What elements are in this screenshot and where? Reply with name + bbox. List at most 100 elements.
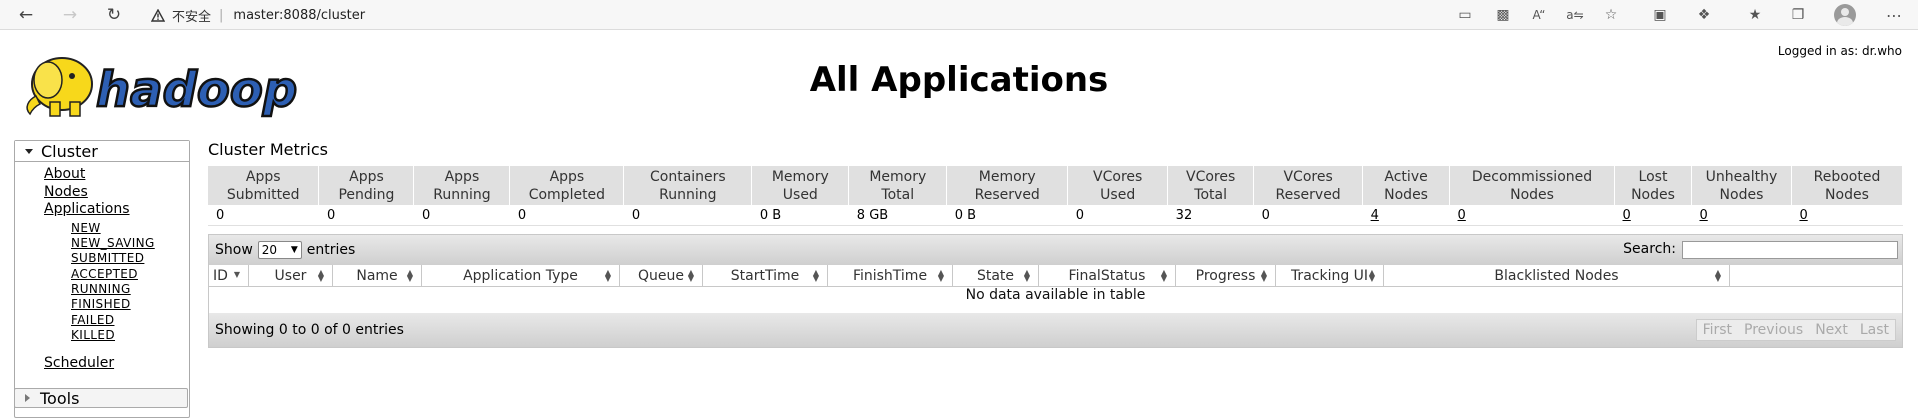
sort-both-icon: ▲ ▼ xyxy=(812,268,819,283)
metrics-header-cell: VCores Reserved xyxy=(1253,166,1364,205)
metrics-value-link[interactable]: 0 xyxy=(1623,208,1631,223)
forward-icon[interactable]: → xyxy=(58,3,82,27)
metrics-value-cell: 0 xyxy=(1691,205,1792,226)
column-header[interactable]: ID ▼ xyxy=(209,265,249,286)
metrics-value-link[interactable]: 0 xyxy=(1458,208,1466,223)
sidebar-item-state-finished[interactable]: FINISHED xyxy=(71,297,131,311)
metrics-header-line: Containers xyxy=(649,168,726,185)
metrics-header-cell: Apps Pending xyxy=(318,166,415,205)
profile-avatar-icon[interactable] xyxy=(1834,4,1856,26)
metrics-header-line: VCores xyxy=(1186,168,1236,185)
sidebar-item-state-submitted[interactable]: SUBMITTED xyxy=(71,251,144,265)
metrics-value-link[interactable]: 0 xyxy=(1799,208,1807,223)
metrics-header-cell: Active Nodes xyxy=(1362,166,1451,205)
metrics-header-line: Apps xyxy=(245,168,281,185)
metrics-header-line: Running xyxy=(433,186,491,203)
pager-next-button[interactable]: Next xyxy=(1809,320,1854,340)
sidebar-cluster-header[interactable]: Cluster xyxy=(15,141,189,162)
pager-last-button[interactable]: Last xyxy=(1854,320,1895,340)
collections-icon[interactable]: ❐ xyxy=(1788,5,1808,25)
more-options-icon[interactable]: ⋯ xyxy=(1884,5,1904,25)
column-header-label: Name xyxy=(356,267,398,284)
back-icon[interactable]: ← xyxy=(14,3,38,27)
column-header[interactable]: FinalStatus ▲ ▼ xyxy=(1039,265,1176,286)
table-footer: Showing 0 to 0 of 0 entries First Previo… xyxy=(209,313,1902,347)
metrics-value-cell: 0 xyxy=(318,205,414,226)
sidebar-item-about[interactable]: About xyxy=(44,166,85,182)
metrics-header-cell: Lost Nodes xyxy=(1614,166,1692,205)
url-text[interactable]: master:8088/cluster xyxy=(233,8,365,23)
metrics-header-line: Total xyxy=(1194,186,1227,203)
refresh-icon[interactable]: ↻ xyxy=(102,3,126,27)
column-header-label: User xyxy=(274,267,307,284)
metrics-header-line: Submitted xyxy=(226,186,300,203)
sidebar-item-applications[interactable]: Applications xyxy=(44,201,130,217)
metrics-header-cell: Memory Reserved xyxy=(946,166,1069,205)
qr-code-icon[interactable]: ▩ xyxy=(1493,5,1513,25)
metrics-value-link[interactable]: 4 xyxy=(1371,208,1379,223)
metrics-value-cell: 0 xyxy=(509,205,624,226)
metrics-header-line: VCores xyxy=(1093,168,1143,185)
metrics-header-cell: Apps Submitted xyxy=(208,166,320,205)
metrics-header-cell: Memory Total xyxy=(848,166,948,205)
column-header[interactable]: User ▲ ▼ xyxy=(249,265,333,286)
metrics-value: 0 B xyxy=(759,207,782,223)
column-header[interactable]: StartTime ▲ ▼ xyxy=(703,265,828,286)
column-header[interactable]: Progress ▲ ▼ xyxy=(1176,265,1276,286)
pager-previous-button[interactable]: Previous xyxy=(1738,320,1809,340)
sidebar-item-state-new-saving[interactable]: NEW_SAVING xyxy=(71,236,155,250)
sort-both-icon: ▲ ▼ xyxy=(1160,268,1167,283)
column-header[interactable]: State ▲ ▼ xyxy=(953,265,1039,286)
sort-both-icon: ▲ ▼ xyxy=(1023,268,1030,283)
sidebar-item-scheduler[interactable]: Scheduler xyxy=(44,355,114,371)
column-header[interactable]: Queue ▲ ▼ xyxy=(620,265,703,286)
column-header[interactable]: Application Type ▲ ▼ xyxy=(422,265,620,286)
page-size-select[interactable]: 20 ▼ xyxy=(257,241,302,259)
empty-table-message: No data available in table xyxy=(965,287,1146,303)
column-header-label: Progress xyxy=(1195,267,1256,284)
translate-icon[interactable]: a⇋ xyxy=(1565,5,1585,25)
sidebar-item-nodes[interactable]: Nodes xyxy=(44,184,88,200)
metrics-header-cell: Rebooted Nodes xyxy=(1791,166,1904,205)
sidebar-item-state-accepted[interactable]: ACCEPTED xyxy=(71,267,138,281)
search-input[interactable] xyxy=(1682,241,1898,259)
sidebar-item-state-failed[interactable]: FAILED xyxy=(71,313,114,327)
column-header[interactable]: FinishTime ▲ ▼ xyxy=(828,265,953,286)
metrics-value-cell: 0 xyxy=(1791,205,1903,226)
metrics-header-line: Apps xyxy=(549,168,585,185)
metrics-header-line: Nodes xyxy=(1384,186,1428,203)
metrics-header-cell: Decommissioned Nodes xyxy=(1449,166,1615,205)
page-title: All Applications xyxy=(809,60,1109,100)
metrics-header-line: Used xyxy=(1100,186,1136,203)
sidebar-item-state-running[interactable]: RUNNING xyxy=(71,282,131,296)
sort-both-icon: ▲ ▼ xyxy=(687,268,694,283)
column-header[interactable]: Name ▲ ▼ xyxy=(333,265,422,286)
metrics-header-line: Memory xyxy=(978,168,1036,185)
metrics-value: 0 xyxy=(1075,207,1084,223)
sidebar-item-state-new[interactable]: NEW xyxy=(71,221,101,235)
metrics-header-cell: Unhealthy Nodes xyxy=(1691,166,1792,205)
column-header-label: FinishTime xyxy=(852,267,928,284)
metrics-value: 0 xyxy=(631,207,641,223)
read-aloud-icon[interactable]: A“ xyxy=(1529,5,1549,25)
extensions-icon[interactable]: ❖ xyxy=(1694,5,1714,25)
sidebar-tools-header[interactable]: Tools xyxy=(14,388,188,408)
column-header[interactable]: Tracking UI ▲ ▼ xyxy=(1276,265,1384,286)
add-favorite-icon[interactable]: ☆ xyxy=(1601,5,1621,25)
split-screen-icon[interactable]: ▣ xyxy=(1650,5,1670,25)
metrics-header-line: Completed xyxy=(528,186,606,203)
sort-both-icon: ▲ ▼ xyxy=(1260,268,1267,283)
sort-both-icon: ▲ ▼ xyxy=(406,268,413,283)
metrics-value: 0 xyxy=(421,207,431,223)
column-header[interactable]: Blacklisted Nodes ▲ ▼ xyxy=(1384,265,1730,286)
pager-first-button[interactable]: First xyxy=(1697,320,1738,340)
metrics-header-line: Reserved xyxy=(974,186,1040,203)
favorites-icon[interactable]: ★ xyxy=(1745,5,1765,25)
column-header-label: Queue xyxy=(638,267,684,284)
metrics-value-cell: 0 xyxy=(1449,205,1615,226)
metrics-header-line: Unhealthy xyxy=(1705,168,1778,185)
address-bar[interactable]: 不安全 | master:8088/cluster xyxy=(150,4,365,26)
metrics-value-link[interactable]: 0 xyxy=(1699,208,1707,223)
sidebar-item-state-killed[interactable]: KILLED xyxy=(71,328,115,342)
app-available-icon[interactable]: ▭ xyxy=(1455,5,1475,25)
